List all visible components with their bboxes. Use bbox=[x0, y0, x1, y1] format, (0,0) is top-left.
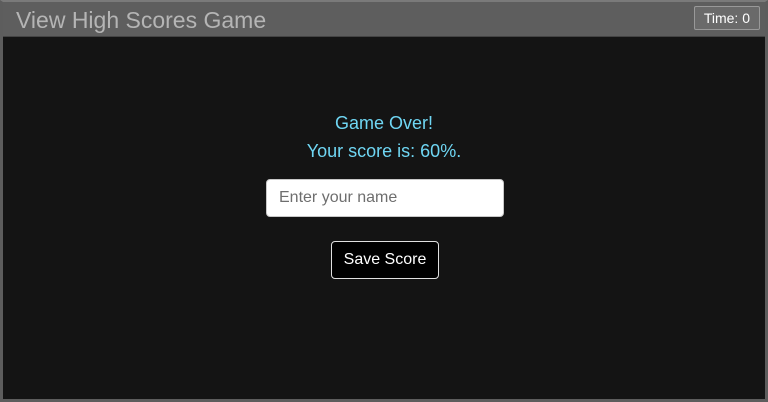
save-score-button[interactable]: Save Score bbox=[331, 241, 439, 279]
header-bar: View High Scores Game Time: 0 bbox=[3, 2, 765, 37]
game-over-panel: Game Over! Your score is: 60%. Save Scor… bbox=[3, 37, 765, 399]
view-high-scores-link[interactable]: View High Scores Game bbox=[16, 6, 266, 34]
score-text: Your score is: 60%. bbox=[306, 141, 462, 161]
game-over-heading: Game Over! bbox=[334, 113, 434, 133]
name-input[interactable] bbox=[266, 179, 504, 217]
game-window: View High Scores Game Time: 0 Game Over!… bbox=[0, 0, 768, 402]
timer-badge: Time: 0 bbox=[693, 6, 760, 30]
